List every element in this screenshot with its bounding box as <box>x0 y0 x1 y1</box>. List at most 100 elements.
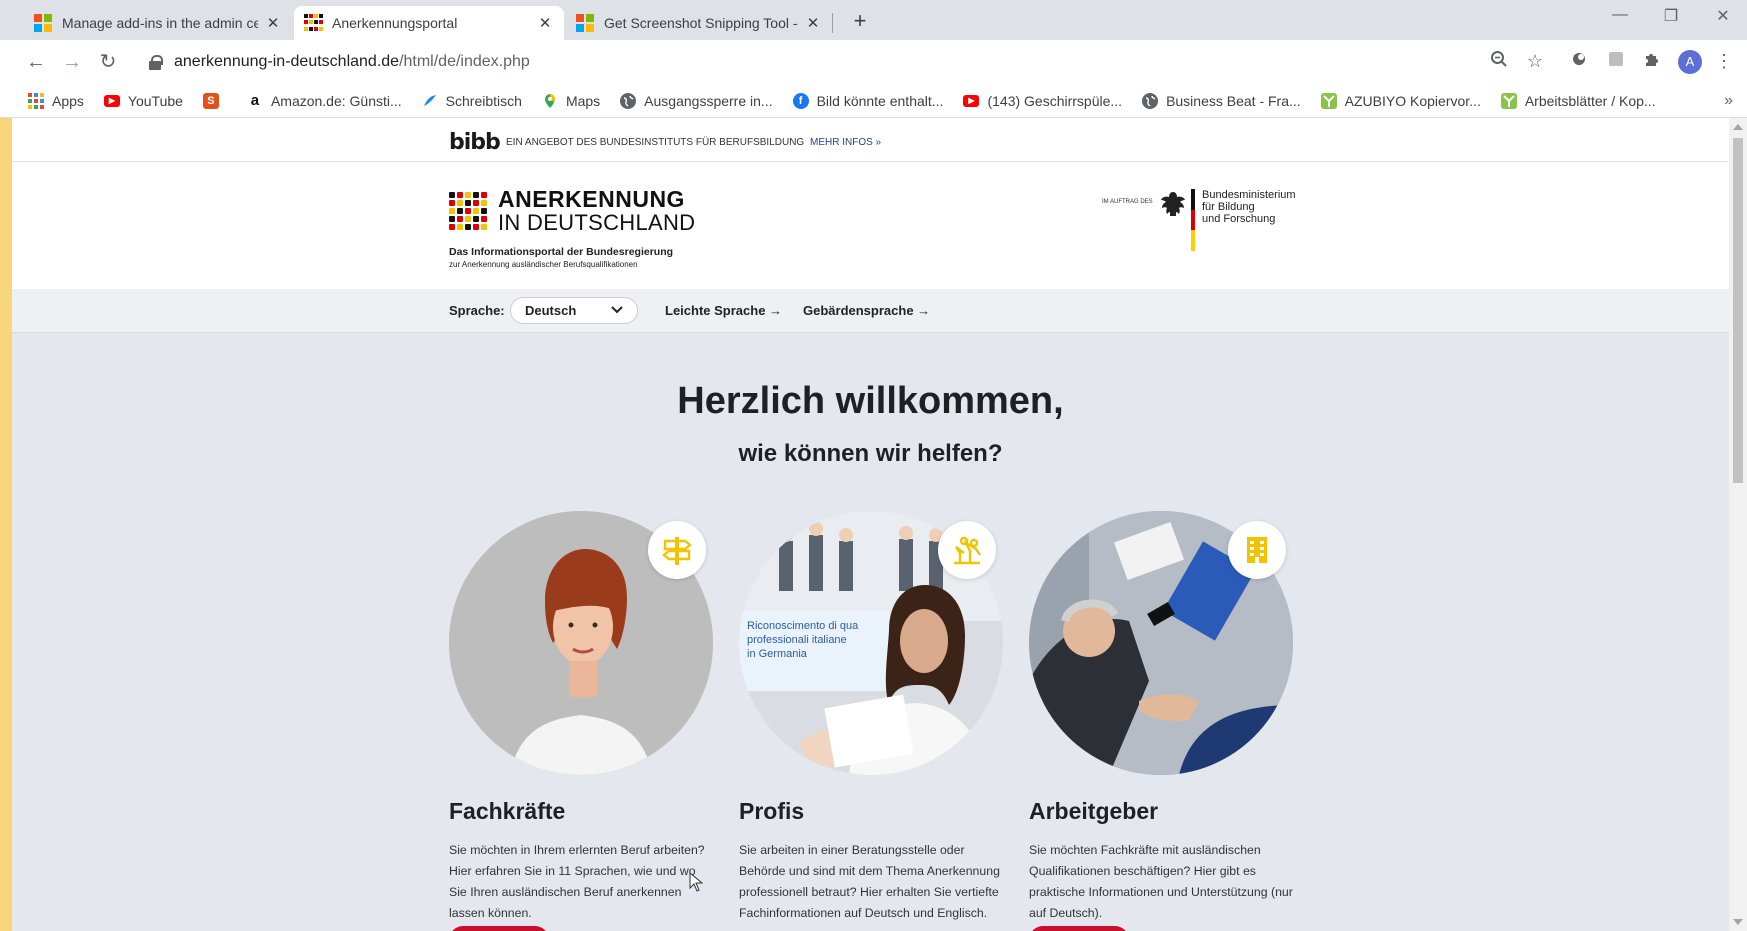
extensions-puzzle-icon[interactable] <box>1641 50 1663 72</box>
tab-anerkennungsportal[interactable]: Anerkennungsportal ✕ <box>294 6 564 40</box>
bookmark-maps[interactable]: Maps <box>541 92 601 109</box>
arbeitgeber-button[interactable] <box>1029 926 1129 931</box>
maps-icon <box>541 92 558 109</box>
bookmark-amazon[interactable]: a Amazon.de: Günsti... <box>246 92 402 109</box>
new-tab-button[interactable]: + <box>848 8 872 34</box>
bibb-logo[interactable]: bibb <box>449 130 501 155</box>
lock-icon <box>148 54 164 70</box>
card-title[interactable]: Arbeitgeber <box>1029 798 1158 825</box>
brand-line-2[interactable]: IN DEUTSCHLAND <box>498 210 695 236</box>
scroll-thumb[interactable] <box>1733 138 1743 483</box>
microsoft-logo-icon <box>576 14 594 32</box>
anerkennung-logo-icon[interactable] <box>449 192 487 230</box>
microsoft-logo-icon <box>34 14 52 32</box>
bookmark-label: Bild könnte enthalt... <box>816 92 944 109</box>
gebaerdensprache-link[interactable]: Gebärdensprache → <box>803 303 930 318</box>
menu-kebab-icon[interactable]: ⋮ <box>1713 50 1735 72</box>
bookmarks-overflow-button[interactable]: » <box>1724 92 1733 110</box>
globe-icon <box>1142 92 1159 109</box>
apps-icon <box>28 92 44 109</box>
tab-manage-addins[interactable]: Manage add-ins in the admin cen ✕ <box>24 6 292 40</box>
bookmark-business-beat[interactable]: Business Beat - Fra... <box>1142 92 1301 109</box>
bookmark-azubiyo[interactable]: AZUBIYO Kopiervor... <box>1320 92 1481 109</box>
card-title[interactable]: Profis <box>739 798 804 825</box>
close-tab-icon[interactable]: ✕ <box>804 14 822 32</box>
zoom-icon[interactable] <box>1488 50 1510 72</box>
brand-line-1[interactable]: ANERKENNUNG <box>498 186 685 213</box>
close-tab-icon[interactable]: ✕ <box>264 14 282 32</box>
svg-text:Riconoscimento di qua: Riconoscimento di qua <box>747 620 859 632</box>
youtube-icon: ▶ <box>103 94 120 107</box>
bookmark-star-icon[interactable]: ☆ <box>1524 50 1546 72</box>
url-text: anerkennung-in-deutschland.de/html/de/in… <box>174 53 530 70</box>
bmbf-name[interactable]: Bundesministerium für Bildung und Forsch… <box>1202 189 1296 225</box>
bookmark-label: (143) Geschirrspüle... <box>987 92 1123 109</box>
anerkennung-logo-icon <box>304 14 323 32</box>
people-icon <box>938 521 996 579</box>
s-icon: S <box>202 92 219 109</box>
bookmark-label: Apps <box>52 92 84 109</box>
bookmark-s[interactable]: S <box>202 92 227 109</box>
card-text: Sie arbeiten in einer Beratungsstelle od… <box>739 843 1000 920</box>
bookmark-facebook[interactable]: f Bild könnte enthalt... <box>792 92 944 109</box>
restore-button[interactable]: ❐ <box>1651 6 1691 26</box>
browser-toolbar: ← → ↻ anerkennung-in-deutschland.de/html… <box>0 40 1747 84</box>
bookmark-schreibtisch[interactable]: Schreibtisch <box>421 92 522 109</box>
close-window-button[interactable]: ✕ <box>1703 6 1743 26</box>
profile-avatar[interactable]: A <box>1678 50 1702 74</box>
hero-subtitle: wie können wir helfen? <box>738 440 1003 467</box>
bmbf-prefix: IM AUFTRAG DES <box>1102 199 1153 205</box>
bookmarks-bar: Apps ▶ YouTube S a Amazon.de: Günsti... … <box>0 84 1747 118</box>
bookmark-ausgangssperre[interactable]: Ausgangssperre in... <box>620 92 773 109</box>
card-text: Sie möchten in Ihrem erlernten Beruf arb… <box>449 843 705 920</box>
tagline-2: zur Anerkennung ausländischer Berufsqual… <box>449 260 638 269</box>
page-scrollbar[interactable] <box>1729 118 1747 931</box>
signpost-icon <box>648 521 706 579</box>
bookmark-label: YouTube <box>127 92 183 109</box>
tab-snipping-tool[interactable]: Get Screenshot Snipping Tool - M ✕ <box>566 6 832 40</box>
amazon-icon: a <box>246 92 263 109</box>
german-flag-bar <box>1191 189 1195 251</box>
address-bar[interactable]: anerkennung-in-deutschland.de/html/de/in… <box>134 46 1724 78</box>
card-text: Sie möchten Fachkräfte mit ausländischen… <box>1029 843 1293 920</box>
bookmark-geschirrspuele[interactable]: ▶ (143) Geschirrspüle... <box>963 93 1122 109</box>
azubiyo-icon <box>1320 92 1337 109</box>
svg-text:professionali italiane: professionali italiane <box>747 634 847 646</box>
azubiyo-icon <box>1500 92 1517 109</box>
scroll-down-arrow-icon[interactable] <box>1733 919 1743 925</box>
language-bar: Sprache: Deutsch Leichte Sprache → Gebär… <box>12 289 1729 333</box>
tab-title: Anerkennungsportal <box>332 15 458 31</box>
bibb-topbar: bibb EIN ANGEBOT DES BUNDESINSTITUTS FÜR… <box>12 118 1729 162</box>
bookmark-label: Ausgangssperre in... <box>644 92 773 109</box>
tab-title: Get Screenshot Snipping Tool - M <box>604 15 798 31</box>
leichte-sprache-link[interactable]: Leichte Sprache → <box>665 303 782 318</box>
card-title[interactable]: Fachkräfte <box>449 798 565 825</box>
globe-icon <box>620 92 637 109</box>
bibb-text: EIN ANGEBOT DES BUNDESINSTITUTS FÜR BERU… <box>506 137 805 148</box>
svg-text:in Germania: in Germania <box>747 648 808 660</box>
bookmark-youtube[interactable]: ▶ YouTube <box>103 92 183 109</box>
chevron-down-icon <box>611 305 623 317</box>
minimize-button[interactable]: — <box>1600 6 1640 24</box>
bookmark-label: Maps <box>565 92 601 109</box>
scroll-up-arrow-icon[interactable] <box>1733 124 1743 130</box>
reload-button[interactable]: ↻ <box>96 50 120 74</box>
tab-strip: Manage add-ins in the admin cen ✕ Anerke… <box>0 0 1747 40</box>
tab-separator <box>832 13 833 33</box>
fachkraefte-button[interactable] <box>449 926 549 931</box>
extension-circle-icon[interactable] <box>1568 50 1590 72</box>
tagline-1: Das Informationsportal der Bundesregieru… <box>449 246 674 258</box>
federal-eagle-icon <box>1161 192 1185 216</box>
bookmark-arbeitsblaetter[interactable]: Arbeitsblätter / Kop... <box>1500 92 1656 109</box>
bookmark-label: AZUBIYO Kopiervor... <box>1344 92 1481 109</box>
facebook-icon: f <box>792 92 809 109</box>
extension-square-icon[interactable] <box>1605 50 1627 72</box>
bookmark-apps[interactable]: Apps <box>28 92 84 109</box>
mehr-infos-link[interactable]: MEHR INFOS » <box>810 137 881 148</box>
close-tab-icon[interactable]: ✕ <box>536 14 554 32</box>
language-select[interactable]: Deutsch <box>510 297 638 324</box>
youtube-icon: ▶ <box>963 94 980 107</box>
forward-button[interactable]: → <box>60 50 84 74</box>
back-button[interactable]: ← <box>24 50 48 74</box>
language-label: Sprache: <box>449 303 505 318</box>
